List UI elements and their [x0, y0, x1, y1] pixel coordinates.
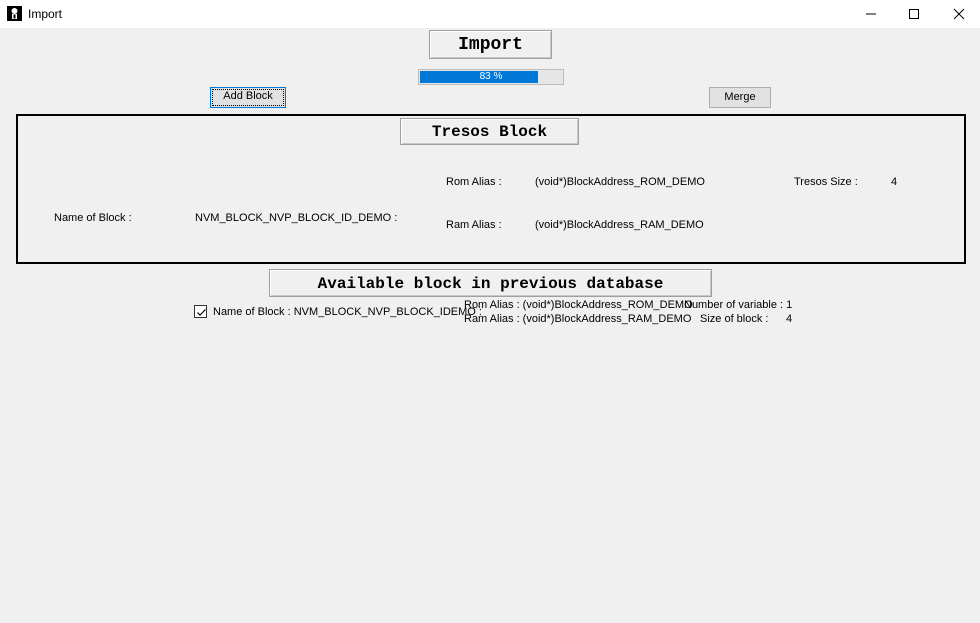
- add-block-label: Add Block: [223, 90, 273, 102]
- available-block-size-value: 4: [786, 313, 793, 325]
- import-progress-bar: 83 %: [418, 69, 564, 85]
- ram-alias-value: (void*)BlockAddress_RAM_DEMO: [535, 219, 704, 231]
- maximize-button[interactable]: [891, 0, 937, 28]
- import-title: Import: [429, 30, 552, 59]
- available-block-num-variable: Number of variable : 1: [684, 299, 793, 311]
- window-title: Import: [28, 7, 63, 21]
- merge-button[interactable]: Merge: [709, 87, 771, 108]
- add-block-button[interactable]: Add Block: [210, 87, 286, 108]
- close-icon: [953, 8, 965, 20]
- available-block-name[interactable]: Name of Block : NVM_BLOCK_NVP_BLOCK_IDEM…: [213, 306, 482, 318]
- checkmark-icon: [197, 309, 206, 316]
- progress-text: 83 %: [479, 71, 503, 82]
- tresos-block-title: Tresos Block: [400, 118, 579, 145]
- rom-alias-label: Rom Alias :: [446, 176, 502, 188]
- block-name-label: Name of Block :: [54, 212, 132, 224]
- close-button[interactable]: [936, 0, 980, 28]
- title-bar: Import: [0, 0, 980, 28]
- available-block-checkbox[interactable]: [194, 305, 207, 318]
- available-block-rom-alias: Rom Alias : (void*)BlockAddress_ROM_DEMO: [464, 299, 693, 311]
- block-name-value: NVM_BLOCK_NVP_BLOCK_ID_DEMO :: [195, 212, 398, 224]
- maximize-icon: [909, 9, 919, 19]
- tresos-size-value: 4: [891, 176, 898, 188]
- available-block-size-label: Size of block :: [700, 313, 769, 325]
- minimize-icon: [866, 13, 876, 15]
- available-block-ram-alias: Ram Alias : (void*)BlockAddress_RAM_DEMO: [464, 313, 692, 325]
- tresos-size-label: Tresos Size :: [794, 176, 858, 188]
- app-icon: [7, 6, 22, 21]
- minimize-button[interactable]: [848, 0, 894, 28]
- rom-alias-value: (void*)BlockAddress_ROM_DEMO: [535, 176, 705, 188]
- available-blocks-title: Available block in previous database: [269, 269, 712, 297]
- ram-alias-label: Ram Alias :: [446, 219, 502, 231]
